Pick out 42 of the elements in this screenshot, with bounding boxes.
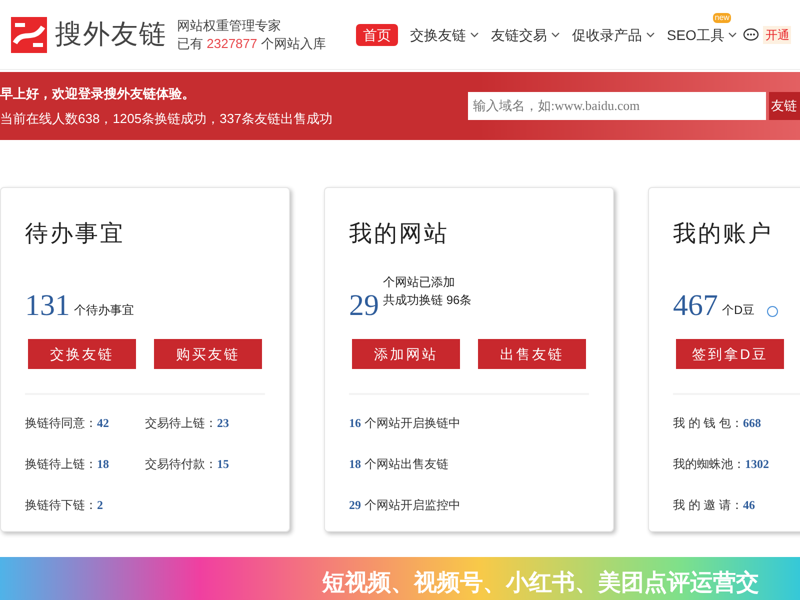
nav-item[interactable]: 友链交易: [490, 24, 560, 46]
promo-headline: 短视频、视频号、小红书、美团点评运营交: [322, 568, 759, 597]
count-number: 131: [25, 290, 70, 320]
chat-icon[interactable]: [743, 28, 760, 42]
count-number: 29: [349, 290, 379, 320]
stat-text: 我的蜘蛛池：1302: [673, 456, 769, 470]
stat-text: 交易待上链：23: [145, 416, 229, 430]
action-button[interactable]: 出售友链: [478, 338, 586, 368]
stat-text: 我 的 钱 包：668: [673, 416, 762, 430]
count-unit: 个D豆: [722, 302, 755, 318]
stat-text: 29 个网站开启监控中: [349, 498, 460, 512]
nav-item[interactable]: 首页: [356, 24, 398, 46]
action-button[interactable]: 添加网站: [352, 338, 460, 368]
count-unit: 个待办事宜: [74, 302, 134, 318]
card-title: 待办事宜: [25, 219, 126, 248]
action-button[interactable]: 交换友链: [28, 338, 136, 368]
logo-icon: [11, 16, 47, 52]
stat-text: 换链待下链：2: [25, 498, 103, 512]
stat-text: 我 的 邀 请：46: [673, 498, 756, 512]
site-stats-text: 当前在线人数638，1205条换链成功，337条友链出售成功: [0, 110, 332, 128]
nav-item[interactable]: SEO工具: [666, 24, 738, 46]
search-button[interactable]: 友链: [769, 92, 800, 120]
greeting-text: 早上好，欢迎登录搜外友链体验。: [0, 85, 196, 103]
card-title: 我的网站: [349, 219, 450, 248]
vip-link[interactable]: 开通: [763, 26, 792, 44]
action-button[interactable]: 购买友链: [154, 338, 262, 368]
stat-text: 换链待同意：42: [25, 416, 109, 430]
count-number: 467: [673, 290, 718, 320]
site-logo-text[interactable]: 搜外友链: [55, 14, 167, 55]
stat-text: 18 个网站出售友链: [349, 456, 448, 470]
new-badge: new: [712, 12, 732, 22]
nav-item[interactable]: 交换友链: [410, 24, 479, 46]
stat-text: 16 个网站开启换链中: [349, 416, 460, 430]
domain-search-field[interactable]: 输入域名，如:www.baidu.com: [468, 92, 766, 120]
site-count-text: 已有 2327877 个网站入库: [177, 34, 326, 52]
card-title: 我的账户: [673, 219, 774, 248]
stat-text: 交易待付款：15: [145, 456, 229, 470]
nav-item[interactable]: 促收录产品: [572, 24, 655, 46]
stat-text: 换链待上链：18: [25, 456, 109, 470]
tagline: 网站权重管理专家: [177, 16, 282, 34]
count-unit: 个网站已添加 共成功换链 96条: [383, 274, 472, 308]
action-button[interactable]: 签到拿D豆: [676, 338, 784, 368]
